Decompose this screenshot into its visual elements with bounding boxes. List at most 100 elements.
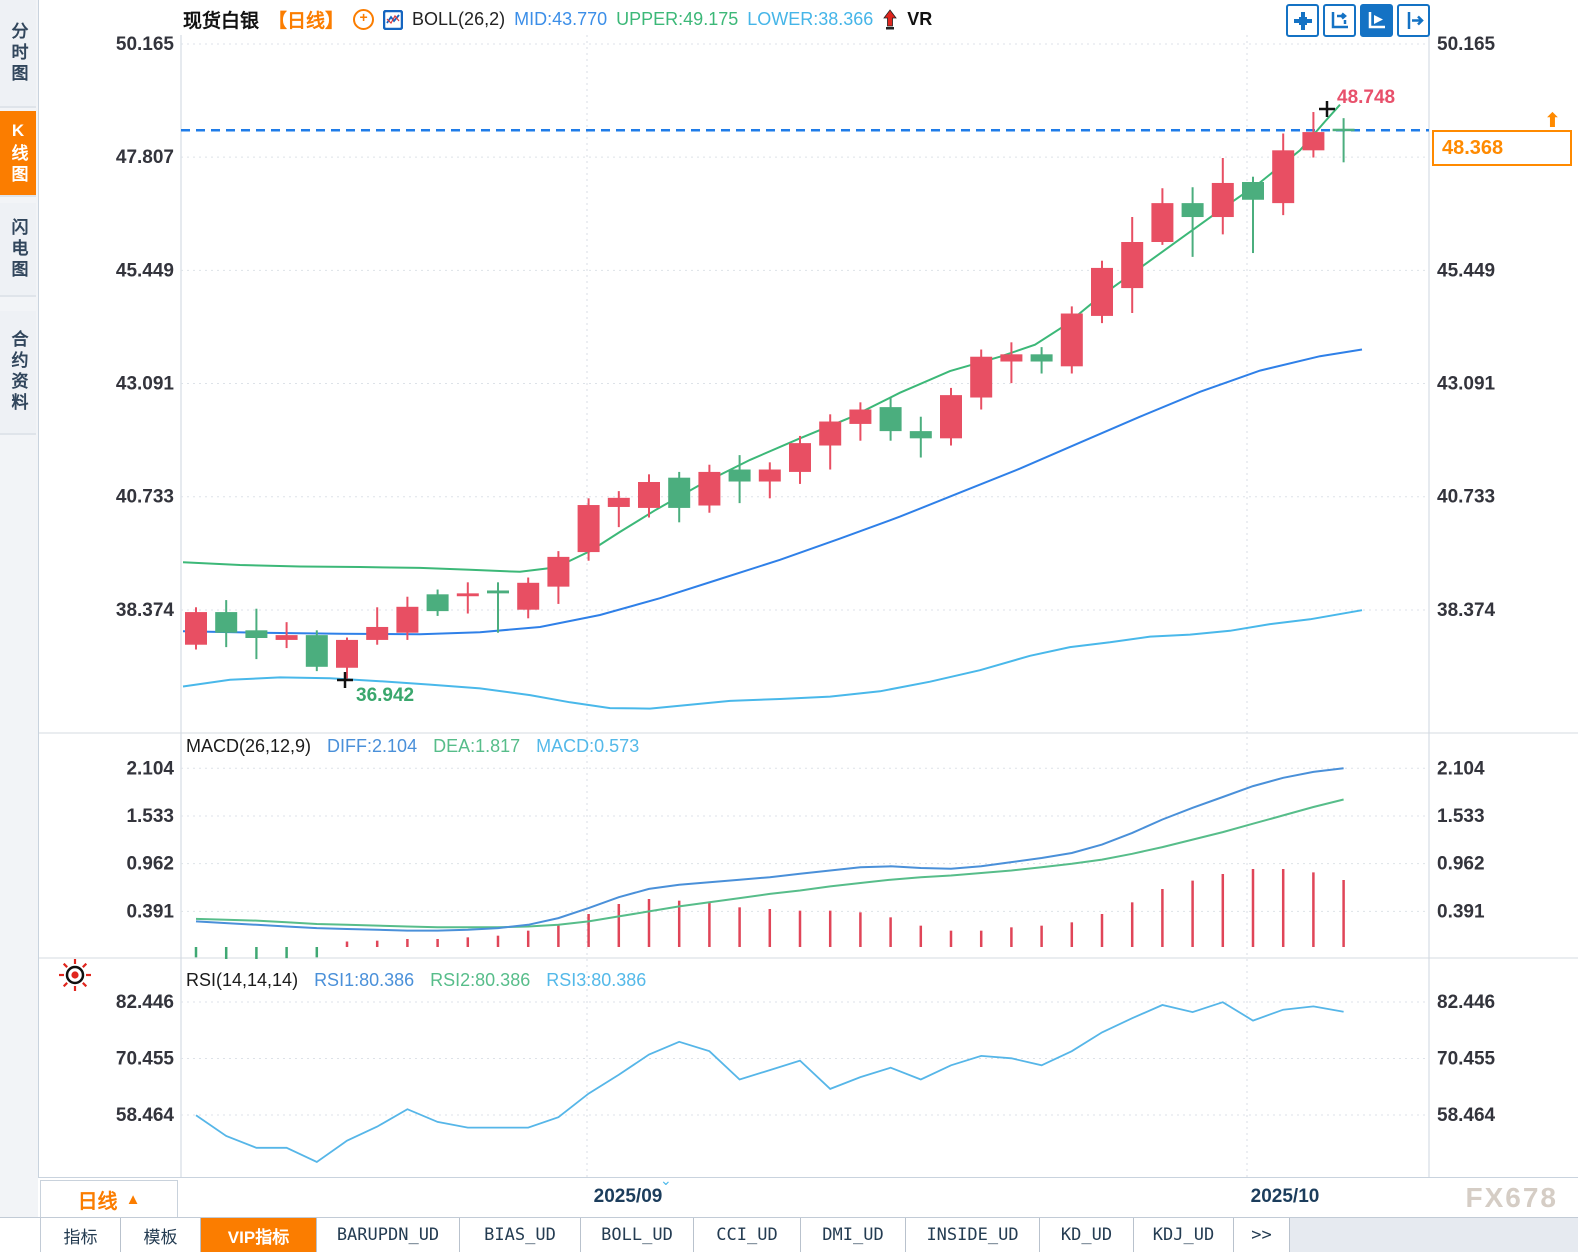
extreme-markers (337, 101, 1335, 688)
candle-body (366, 626, 389, 640)
tab-dmi_ud[interactable]: DMI_UD (801, 1218, 906, 1252)
axis-label: 38.374 (1437, 600, 1496, 621)
watermark: FX678 (1465, 1182, 1558, 1213)
time-axis-row: 日线 ▲ ⌄ 2025/09 2025/10 FX678 (38, 1172, 1578, 1219)
macd-title[interactable]: MACD(26,12,9) (186, 736, 311, 757)
axis-label: 45.449 (1437, 260, 1495, 281)
collapse-right-button[interactable] (1397, 4, 1430, 37)
tab-[interactable]: 模板 (121, 1218, 201, 1252)
axis-label: 47.807 (116, 147, 174, 168)
axis-label: 0.391 (1437, 901, 1485, 922)
axis-label: 2.104 (126, 758, 174, 779)
candle-body (1091, 267, 1113, 316)
vr-indicator-label[interactable]: VR (907, 9, 932, 30)
candle-body (638, 482, 660, 508)
macd-dea-value: DEA:1.817 (433, 736, 521, 756)
collapse-right-icon (1407, 12, 1424, 29)
candle-body (487, 590, 509, 594)
candle-body (275, 635, 298, 640)
plus-circle-icon[interactable]: + (353, 9, 375, 30)
axis-label: 0.962 (126, 854, 174, 875)
tab-barupdn_ud[interactable]: BARUPDN_UD (317, 1218, 460, 1252)
candle-body (1302, 132, 1325, 151)
tab-inside_ud[interactable]: INSIDE_UD (906, 1218, 1040, 1252)
low-price-annotation: 36.942 (356, 685, 415, 706)
indicator-tabbar: 指标 模板 VIP指标 BARUPDN_UD BIAS_UD BOLL_UD CCI_UD D… (0, 1217, 1578, 1252)
chart-header: 现货白银 【日线】 + BOLL(26,2) MID:43.770 UPPER:… (183, 6, 932, 33)
tab-[interactable]: 指标 (41, 1218, 121, 1252)
sidebar-item[interactable]: 闪电图 (0, 203, 36, 297)
candle-body (819, 421, 842, 446)
period-label[interactable]: 【日线】 (268, 6, 344, 33)
axis-label: 2.104 (1437, 758, 1485, 779)
red-up-arrow-icon (883, 8, 898, 29)
triangle-up-icon: ▲ (125, 1190, 141, 1208)
tab-[interactable]: >> (1234, 1218, 1290, 1252)
sidebar: 分时图 K线图闪电图合约资料 (0, 0, 39, 1252)
chart-toolbar (1286, 4, 1430, 37)
candle-body (185, 612, 207, 645)
candle-body (1181, 203, 1204, 218)
price-up-arrow-icon: ⬆ (1544, 110, 1561, 132)
rsi-title[interactable]: RSI(14,14,14) (186, 970, 298, 991)
candle-body (1272, 150, 1295, 204)
pan-cross-button[interactable] (1286, 4, 1319, 37)
candle-body (517, 582, 540, 610)
last-price-box: 48.368 (1432, 130, 1572, 166)
axis-label: 40.733 (116, 487, 174, 508)
axis-play-button[interactable] (1360, 4, 1393, 37)
rsi-line (195, 1001, 1344, 1164)
axis-label: 1.533 (1437, 806, 1485, 827)
rsi3-value: RSI3:80.386 (546, 970, 647, 990)
sidebar-item[interactable]: 分时图 (0, 0, 36, 108)
tab-boll_ud[interactable]: BOLL_UD (581, 1218, 694, 1252)
sidebar-item[interactable]: 合约资料 (0, 311, 36, 435)
candle-body (940, 395, 962, 439)
macd-macd-value: MACD:0.573 (536, 736, 640, 756)
sidebar-item[interactable]: K线图 (0, 111, 36, 197)
candle-body (879, 407, 902, 432)
indicator-sun-icon[interactable] (52, 955, 98, 997)
x-axis-month-label: 2025/09 (593, 1186, 663, 1207)
candle-body (215, 612, 238, 633)
axis-range-button[interactable] (1323, 4, 1356, 37)
candle-body (728, 469, 751, 482)
axis-label: 0.391 (126, 901, 174, 922)
axis-label: 38.374 (116, 600, 175, 621)
axis-label: 43.091 (1437, 374, 1496, 395)
candle-body (305, 635, 328, 667)
macd-header: MACD(26,12,9) DIFF:2.104 DEA:1.817 MACD:… (186, 736, 639, 757)
candle-body (1060, 313, 1083, 367)
axis-label: 1.533 (126, 806, 174, 827)
boll-upper-value: UPPER:49.175 (616, 9, 739, 29)
axis-label: 50.165 (116, 34, 175, 55)
chart-zigzag-icon (383, 9, 404, 30)
high-price-annotation: 48.748 (1337, 87, 1396, 108)
axis-label: 58.464 (116, 1105, 175, 1126)
axis-label: 0.962 (1437, 854, 1485, 875)
macd-diff-value: DIFF:2.104 (327, 736, 418, 756)
boll-lower-value: LOWER:38.366 (747, 9, 874, 29)
tab-cci_ud[interactable]: CCI_UD (694, 1218, 801, 1252)
candle-body (758, 469, 781, 482)
indicator-name[interactable]: BOLL(26,2) (412, 9, 505, 30)
candle-body (1242, 182, 1264, 200)
candle-body (336, 639, 358, 668)
candle-body (456, 593, 479, 597)
tab-kd_ud[interactable]: KD_UD (1040, 1218, 1134, 1252)
candle-body (1030, 354, 1053, 362)
tab-vip[interactable]: VIP指标 (201, 1218, 317, 1252)
candle-body (426, 594, 449, 612)
candle-body (668, 477, 691, 508)
tab-bias_ud[interactable]: BIAS_UD (460, 1218, 581, 1252)
candle-body (577, 505, 600, 553)
period-selector[interactable]: 日线 ▲ (40, 1180, 178, 1218)
boll-mid-value: MID:43.770 (514, 9, 608, 29)
candle-body (1151, 203, 1174, 242)
candle-body (607, 497, 630, 507)
axis-range-icon (1331, 12, 1348, 29)
axis-label: 43.091 (116, 374, 175, 395)
tab-kdj_ud[interactable]: KDJ_UD (1134, 1218, 1234, 1252)
candlestick-chart[interactable]: 50.16550.16547.80747.80745.44945.44943.0… (0, 0, 1578, 1252)
candle-body (1211, 182, 1234, 218)
